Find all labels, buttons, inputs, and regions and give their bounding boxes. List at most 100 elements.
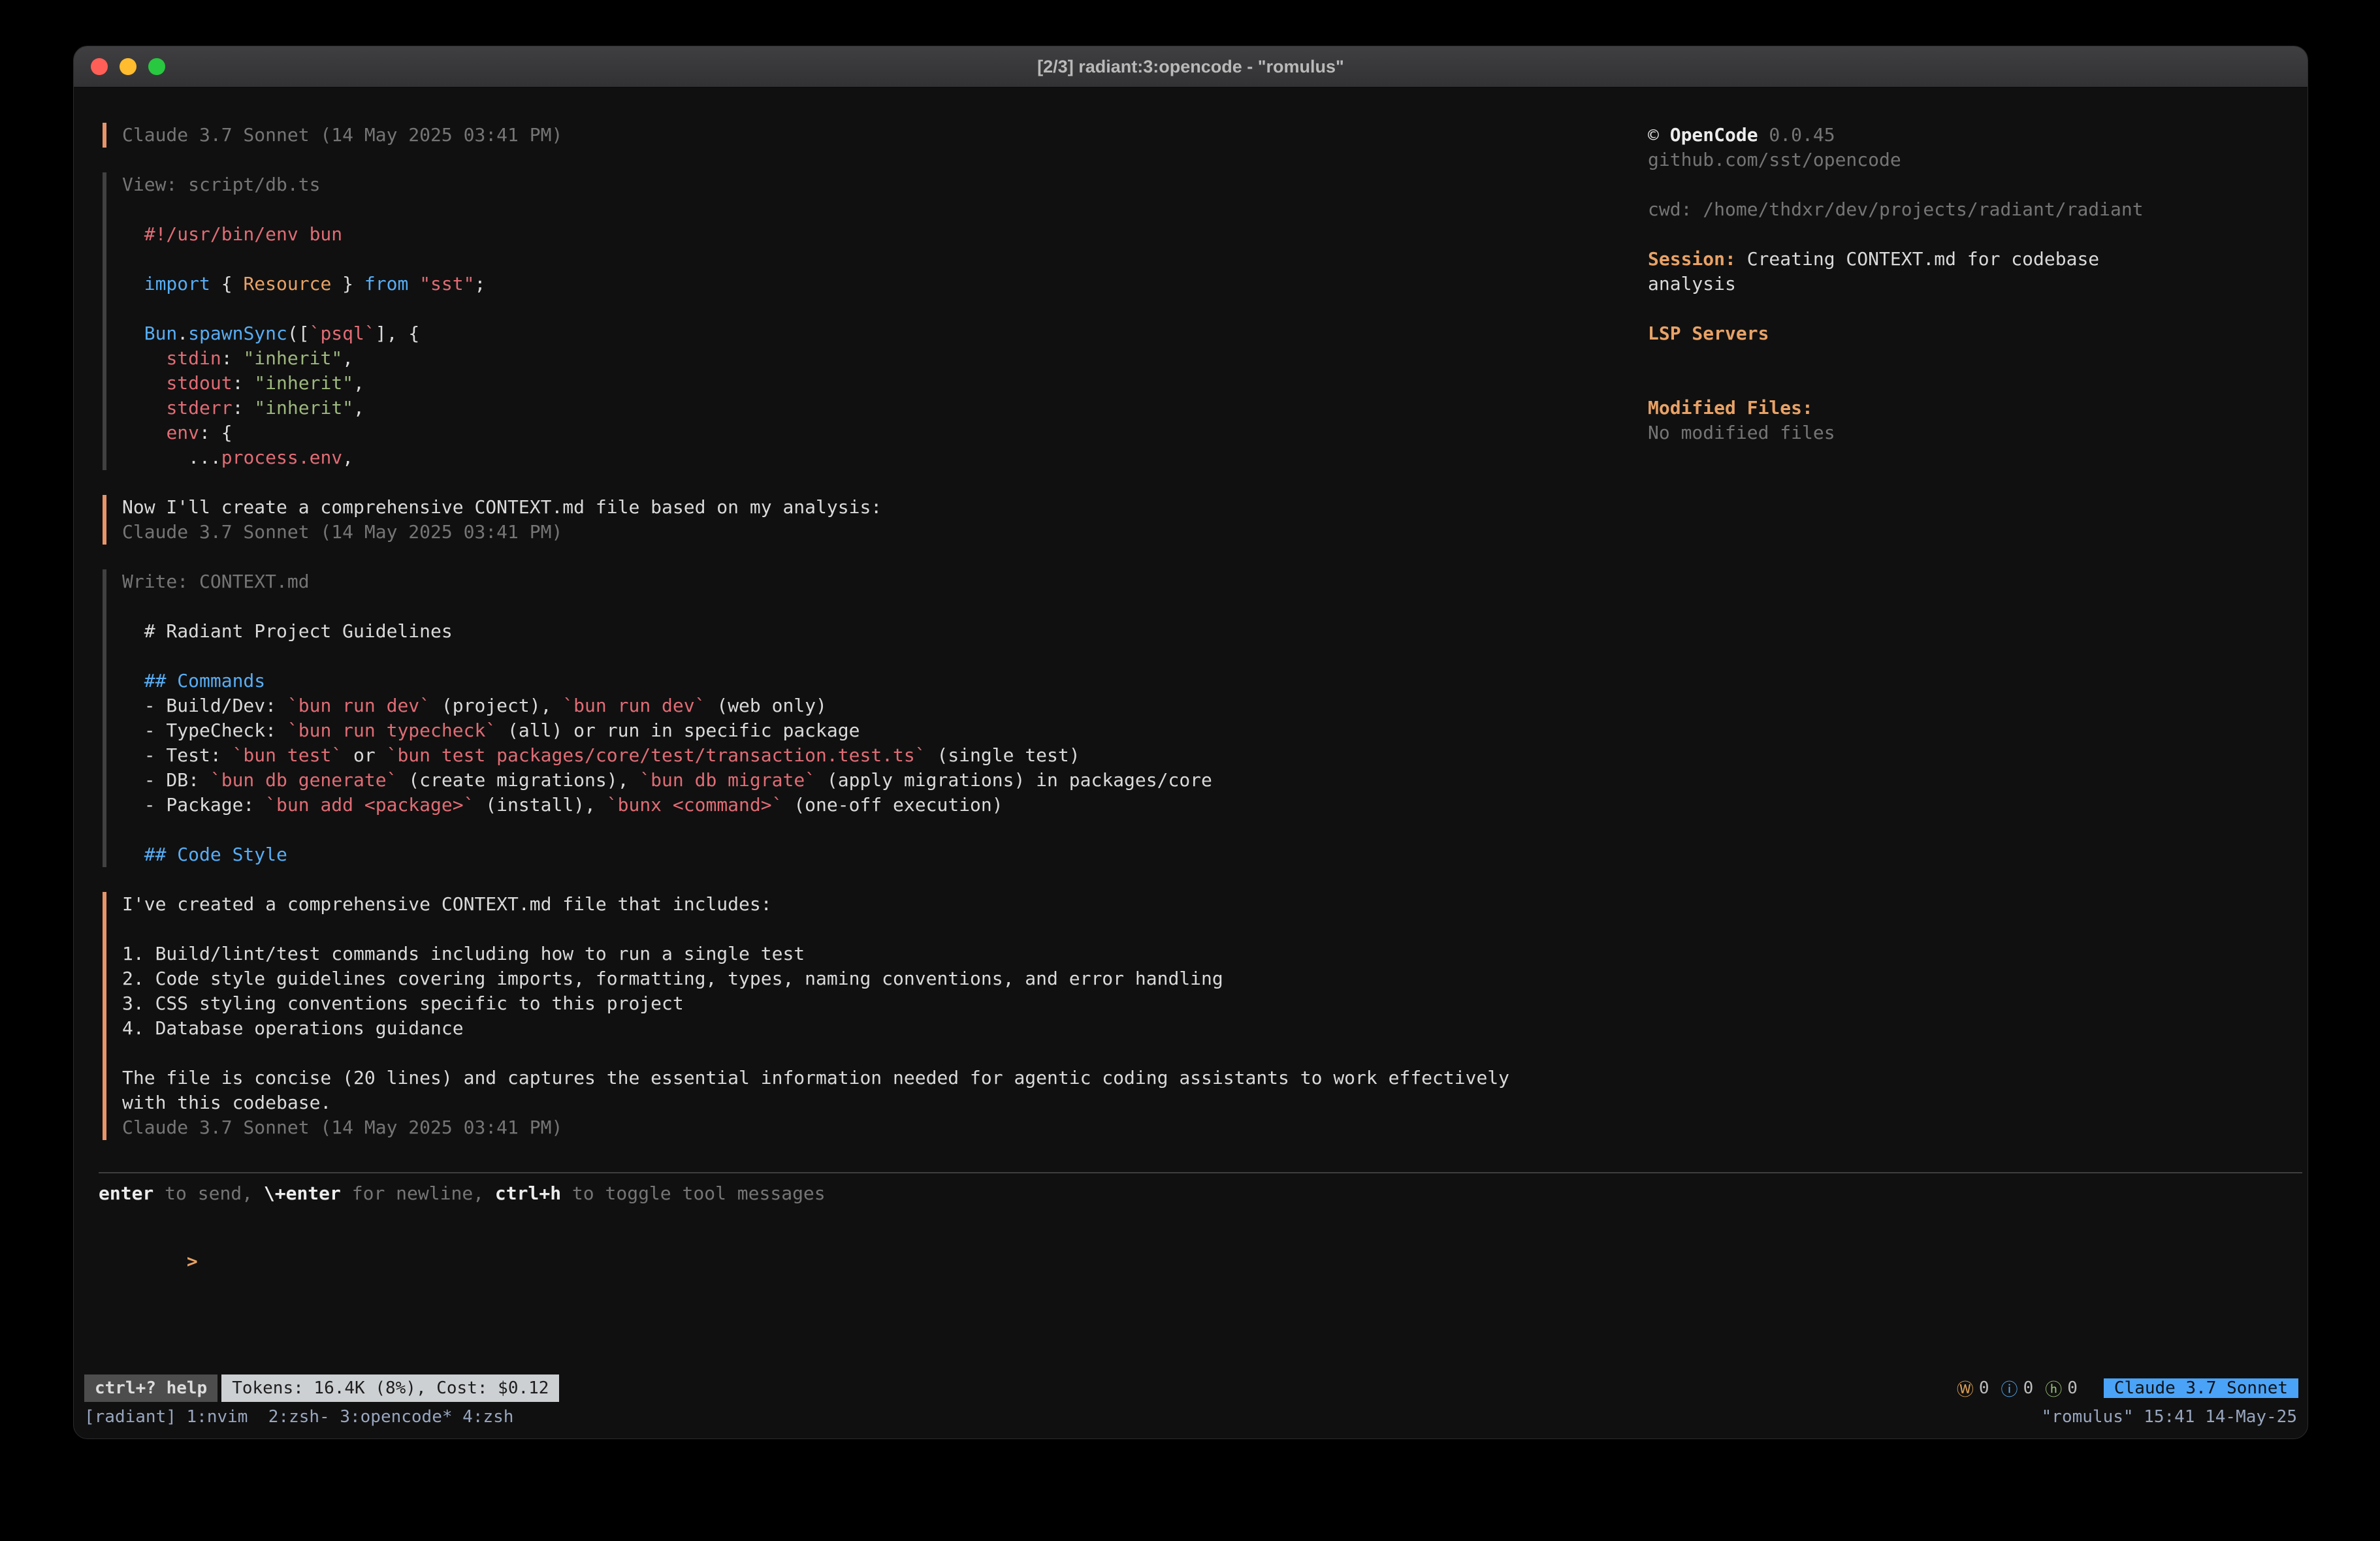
message-block: Write: CONTEXT.md # Radiant Project Guid… — [103, 569, 1648, 867]
terminal-line: - Package: `bun add <package>` (install)… — [122, 793, 1648, 818]
terminal-line — [122, 247, 1648, 272]
terminal-line: - Test: `bun test` or `bun test packages… — [122, 743, 1648, 768]
window-title: [2/3] radiant:3:opencode - "romulus" — [74, 57, 2308, 77]
terminal-line: github.com/sst/opencode — [1648, 148, 2288, 172]
text-span: `bun run dev` — [562, 695, 705, 716]
terminal-line: - TypeCheck: `bun run typecheck` (all) o… — [122, 718, 1648, 743]
tmux-status-bar: [radiant] 1:nvim 2:zsh- 3:opencode* 4:zs… — [74, 1405, 2308, 1438]
terminal-line — [1648, 371, 2288, 396]
terminal-line: Now I'll create a comprehensive CONTEXT.… — [122, 495, 1648, 520]
text-span: ], { — [376, 323, 419, 344]
text-span: (create migrations), — [397, 769, 639, 791]
terminal-line: No modified files — [1648, 421, 2288, 445]
text-span: `bunx <command>` — [607, 794, 783, 816]
text-span: Creating CONTEXT.md for codebase — [1736, 248, 2099, 270]
prompt-input[interactable]: > — [99, 1224, 2302, 1299]
text-span: process.env — [221, 447, 342, 468]
text-span: , — [342, 347, 353, 369]
tmux-windows[interactable]: [radiant] 1:nvim 2:zsh- 3:opencode* 4:zs… — [84, 1407, 513, 1438]
terminal-line: Claude 3.7 Sonnet (14 May 2025 03:41 PM) — [122, 1115, 1648, 1140]
text-span: cwd: /home/thdxr/dev/projects/radiant/ra… — [1648, 199, 2144, 220]
text-span — [408, 273, 419, 294]
terminal-line: stdin: "inherit", — [122, 346, 1648, 371]
message-block: Claude 3.7 Sonnet (14 May 2025 03:41 PM) — [103, 123, 1648, 148]
text-span: ; — [474, 273, 485, 294]
text-span — [122, 347, 166, 369]
terminal-line: 2. Code style guidelines covering import… — [122, 966, 1648, 991]
terminal-line: import { Resource } from "sst"; — [122, 272, 1648, 296]
terminal-line: stderr: "inherit", — [122, 396, 1648, 421]
terminal-line: Claude 3.7 Sonnet (14 May 2025 03:41 PM) — [122, 520, 1648, 545]
terminal-line — [1648, 222, 2288, 247]
opencode-tui: Claude 3.7 Sonnet (14 May 2025 03:41 PM)… — [74, 87, 2308, 1438]
help-badge: ctrl+? help — [84, 1374, 217, 1402]
text-span: (install), — [474, 794, 606, 816]
chat-area: Claude 3.7 Sonnet (14 May 2025 03:41 PM)… — [74, 87, 1648, 1172]
text-span: - DB: — [122, 769, 210, 791]
text-span: , — [353, 372, 364, 394]
text-span: for newline, — [341, 1183, 495, 1204]
tokens-cost-badge: Tokens: 16.4K (8%), Cost: $0.12 — [221, 1374, 559, 1402]
terminal-line: ## Commands — [122, 669, 1648, 693]
warning-icon: Ⓦ — [1957, 1376, 1974, 1401]
text-span: ctrl+h — [495, 1183, 561, 1204]
terminal-line: Write: CONTEXT.md — [122, 569, 1648, 594]
message-block: Now I'll create a comprehensive CONTEXT.… — [103, 495, 1648, 545]
terminal-line — [122, 594, 1648, 619]
terminal-line — [1648, 296, 2288, 321]
zoom-button[interactable] — [148, 58, 165, 75]
terminal-line: #!/usr/bin/env bun — [122, 222, 1648, 247]
text-span: Claude 3.7 Sonnet (14 May 2025 03:41 PM) — [122, 124, 562, 146]
text-span: `bun run typecheck` — [287, 720, 496, 741]
text-span: "inherit" — [254, 372, 353, 394]
text-span: Now I'll create a comprehensive CONTEXT.… — [122, 496, 882, 518]
text-span: 1. Build/lint/test commands including ho… — [122, 943, 805, 964]
text-span: : — [233, 372, 255, 394]
text-span — [122, 422, 166, 443]
tmux-session-info: "romulus" 15:41 14-May-25 — [2042, 1407, 2297, 1438]
terminal-line — [122, 197, 1648, 222]
text-span: : — [233, 397, 255, 419]
input-section: enter to send, \+enter for newline, ctrl… — [99, 1172, 2302, 1374]
text-span: `bun run dev` — [287, 695, 430, 716]
content-area: Claude 3.7 Sonnet (14 May 2025 03:41 PM)… — [74, 87, 2308, 1172]
text-span: 2. Code style guidelines covering import… — [122, 968, 1223, 989]
text-span: to send, — [153, 1183, 264, 1204]
text-span: \+enter — [264, 1183, 341, 1204]
terminal-line: Modified Files: — [1648, 396, 2288, 421]
text-span: Bun — [144, 323, 178, 344]
text-span: "inherit" — [243, 347, 342, 369]
text-span: #!/usr/bin/env bun — [122, 223, 342, 245]
text-span: Session: — [1648, 248, 1736, 270]
status-bar: ctrl+? help Tokens: 16.4K (8%), Cost: $0… — [74, 1374, 2308, 1402]
terminal-line: with this codebase. — [122, 1090, 1648, 1115]
close-button[interactable] — [91, 58, 108, 75]
text-span: stderr — [166, 397, 232, 419]
text-span: `bun test packages/core/test/transaction… — [387, 744, 926, 766]
terminal-line: 3. CSS styling conventions specific to t… — [122, 991, 1648, 1016]
text-span: github.com/sst/opencode — [1648, 149, 1901, 170]
info-icon: ⓘ — [2001, 1376, 2018, 1401]
text-span: I've created a comprehensive CONTEXT.md … — [122, 893, 772, 915]
terminal-line: The file is concise (20 lines) and captu… — [122, 1066, 1648, 1090]
terminal-line: 4. Database operations guidance — [122, 1016, 1648, 1041]
text-span: (single test) — [926, 744, 1080, 766]
text-span: (one-off execution) — [782, 794, 1003, 816]
text-span: `bun add <package>` — [265, 794, 474, 816]
text-span — [122, 397, 166, 419]
text-span: 0.0.45 — [1758, 124, 1835, 146]
text-span: The file is concise (20 lines) and captu… — [122, 1067, 1509, 1088]
text-span: `bun db generate` — [210, 769, 398, 791]
window-titlebar[interactable]: [2/3] radiant:3:opencode - "romulus" — [74, 46, 2308, 87]
terminal-line: - Build/Dev: `bun run dev` (project), `b… — [122, 693, 1648, 718]
text-span: enter — [99, 1183, 153, 1204]
text-span: View: script/db.ts — [122, 174, 320, 195]
text-span: , — [353, 397, 364, 419]
text-span — [122, 273, 144, 294]
terminal-line: ...process.env, — [122, 445, 1648, 470]
text-span: Claude 3.7 Sonnet (14 May 2025 03:41 PM) — [122, 1117, 562, 1138]
text-span: ... — [188, 447, 221, 468]
text-span: from — [364, 273, 408, 294]
minimize-button[interactable] — [120, 58, 137, 75]
help-line: enter to send, \+enter for newline, ctrl… — [99, 1181, 2302, 1206]
